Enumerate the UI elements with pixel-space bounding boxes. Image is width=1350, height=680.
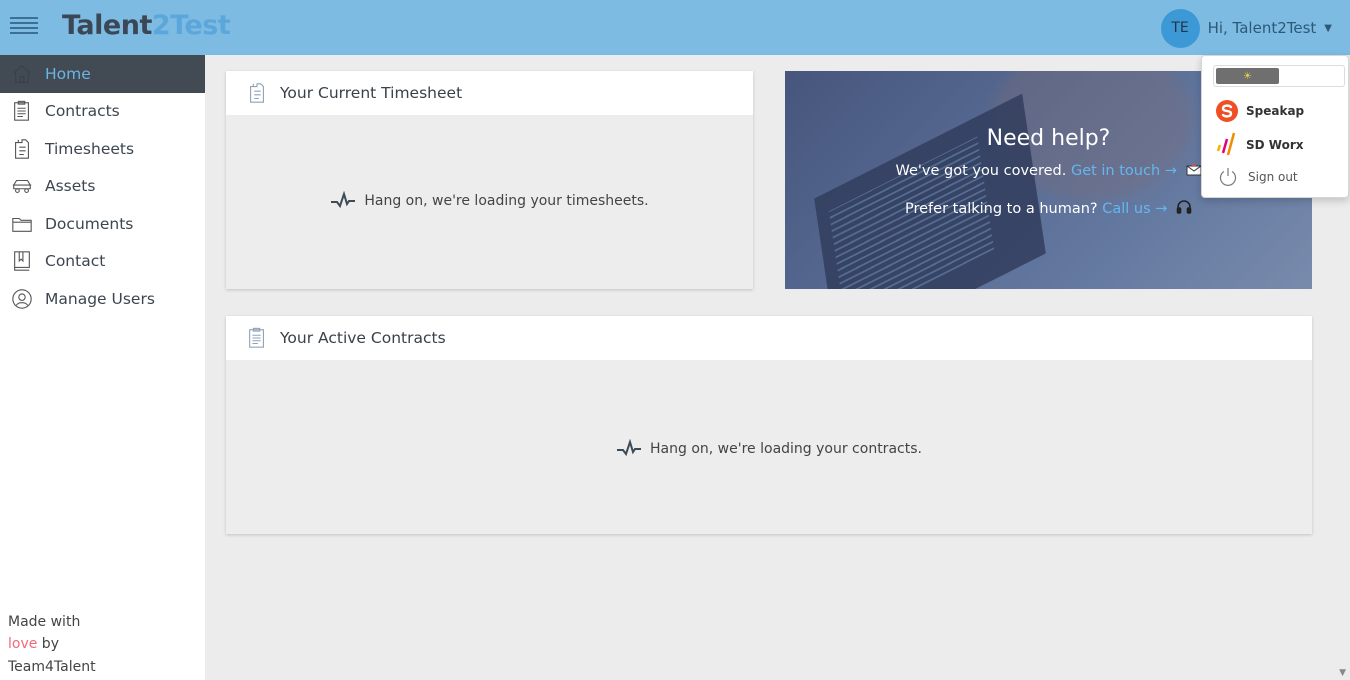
footer-love: love <box>8 636 38 652</box>
contracts-loading-message: Hang on, we're loading your contracts. <box>226 439 1312 459</box>
hamburger-menu-icon[interactable] <box>10 17 38 37</box>
help-line-2-text: Prefer talking to a human? <box>904 201 1098 217</box>
footer-line-1: Made with <box>8 613 81 630</box>
sign-out-button[interactable]: Sign out <box>1218 167 1298 187</box>
home-icon <box>10 63 34 85</box>
sidebar-item-label: Contracts <box>45 102 120 121</box>
headphones-icon <box>1176 199 1192 219</box>
get-in-touch-link[interactable]: Get in touch → <box>1071 163 1177 179</box>
help-line-1-text: We've got you covered. <box>895 163 1067 179</box>
sidebar-item-label: Contact <box>45 252 106 271</box>
contracts-card-header: Your Active Contracts <box>226 316 1312 360</box>
power-icon <box>1219 168 1237 186</box>
timesheet-loading-text: Hang on, we're loading your timesheets. <box>364 193 649 209</box>
user-menu-toggle[interactable]: TE Hi, Talent2Test ▼ <box>1160 8 1332 48</box>
scroll-down-arrow-icon[interactable]: ▼ <box>1339 668 1346 678</box>
contracts-card: Your Active Contracts Hang on, we're loa… <box>226 316 1312 534</box>
contact-book-icon <box>10 250 34 272</box>
speakap-logo-icon <box>1214 98 1240 124</box>
dropdown-item-label: Speakap <box>1246 104 1305 118</box>
mail-icon <box>1186 162 1202 180</box>
sidebar-item-contact[interactable]: Contact <box>0 243 205 281</box>
sidebar-item-contracts[interactable]: Contracts <box>0 93 205 131</box>
sidebar-item-label: Documents <box>45 214 134 233</box>
pulse-icon <box>331 191 356 209</box>
sidebar-item-label: Timesheets <box>45 139 135 158</box>
folder-icon <box>10 213 34 235</box>
dropdown-item-label: SD Worx <box>1246 138 1304 152</box>
contracts-card-title: Your Active Contracts <box>280 329 446 347</box>
avatar: TE <box>1160 8 1200 48</box>
footer-line-2: love by <box>8 633 96 656</box>
sidebar-item-home[interactable]: Home <box>0 55 205 93</box>
sidebar: Home Contracts Timesheets Assets Documen… <box>0 55 205 680</box>
timesheet-card: Your Current Timesheet Hang on, we're lo… <box>226 71 753 289</box>
sidebar-item-label: Manage Users <box>45 289 155 308</box>
footer-line-3: Team4Talent <box>8 658 96 675</box>
theme-toggle[interactable]: ☀ <box>1213 65 1345 87</box>
sdworx-logo-icon <box>1214 132 1240 158</box>
footer-by: by <box>37 636 59 652</box>
timesheet-card-header: Your Current Timesheet <box>226 71 753 115</box>
call-us-link[interactable]: Call us → <box>1102 201 1167 217</box>
sidebar-item-label: Home <box>45 64 91 83</box>
user-dropdown-menu: ☀ Speakap SD Worx Sign out <box>1201 55 1349 198</box>
timesheet-loading-message: Hang on, we're loading your timesheets. <box>226 191 753 211</box>
timesheet-card-title: Your Current Timesheet <box>280 84 463 102</box>
sidebar-item-manage-users[interactable]: Manage Users <box>0 280 205 318</box>
sun-icon: ☀ <box>1216 68 1279 84</box>
brand-part-2: 2Test <box>151 10 231 41</box>
brand-logo[interactable]: Talent2Test <box>62 10 231 41</box>
sidebar-item-documents[interactable]: Documents <box>0 205 205 243</box>
car-icon <box>10 175 34 197</box>
sidebar-item-label: Assets <box>45 177 96 196</box>
sidebar-item-assets[interactable]: Assets <box>0 168 205 206</box>
sign-out-label: Sign out <box>1248 170 1298 184</box>
dropdown-item-speakap[interactable]: Speakap <box>1214 98 1304 124</box>
dropdown-item-sdworx[interactable]: SD Worx <box>1214 132 1304 158</box>
brand-part-1: Talent <box>62 10 152 41</box>
contract-icon <box>10 100 34 122</box>
top-bar: Talent2Test TE Hi, Talent2Test ▼ <box>0 0 1350 55</box>
pulse-icon <box>617 439 642 457</box>
user-greeting: Hi, Talent2Test <box>1207 19 1317 37</box>
contract-icon <box>249 327 264 348</box>
sidebar-item-timesheets[interactable]: Timesheets <box>0 130 205 168</box>
timesheet-icon <box>250 83 264 103</box>
user-icon <box>10 288 34 310</box>
help-line-2: Prefer talking to a human? Call us → <box>785 199 1312 219</box>
timesheet-icon <box>10 138 34 160</box>
caret-down-icon: ▼ <box>1324 22 1332 34</box>
contracts-loading-text: Hang on, we're loading your contracts. <box>650 441 922 457</box>
sidebar-footer: Made with love by Team4Talent <box>8 611 96 679</box>
